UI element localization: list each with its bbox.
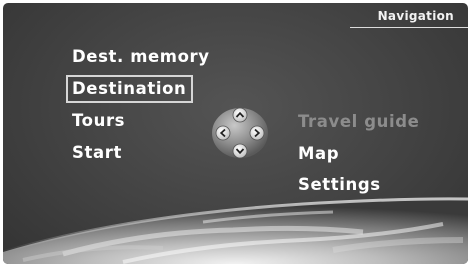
- menu-item-map[interactable]: Map: [298, 144, 339, 164]
- earth-horizon-image: [3, 197, 468, 264]
- menu-item-tours[interactable]: Tours: [72, 111, 125, 131]
- menu-item-travel-guide: Travel guide: [298, 112, 420, 131]
- arrow-up-icon[interactable]: [232, 107, 248, 123]
- navigation-screen: Navigation Dest. memory Destination Tour…: [0, 0, 475, 266]
- menu-item-destination[interactable]: Destination: [66, 75, 194, 103]
- arrow-left-icon[interactable]: [215, 125, 231, 141]
- menu-item-dest-memory[interactable]: Dest. memory: [72, 47, 210, 67]
- arrow-right-icon[interactable]: [249, 125, 265, 141]
- menu-item-start[interactable]: Start: [72, 143, 122, 163]
- controller-dial[interactable]: [210, 106, 270, 160]
- display-area: Navigation Dest. memory Destination Tour…: [3, 3, 468, 264]
- menu-item-settings[interactable]: Settings: [298, 175, 381, 195]
- screen-title: Navigation: [377, 9, 454, 23]
- arrow-down-icon[interactable]: [232, 143, 248, 159]
- title-bar: Navigation: [350, 3, 468, 28]
